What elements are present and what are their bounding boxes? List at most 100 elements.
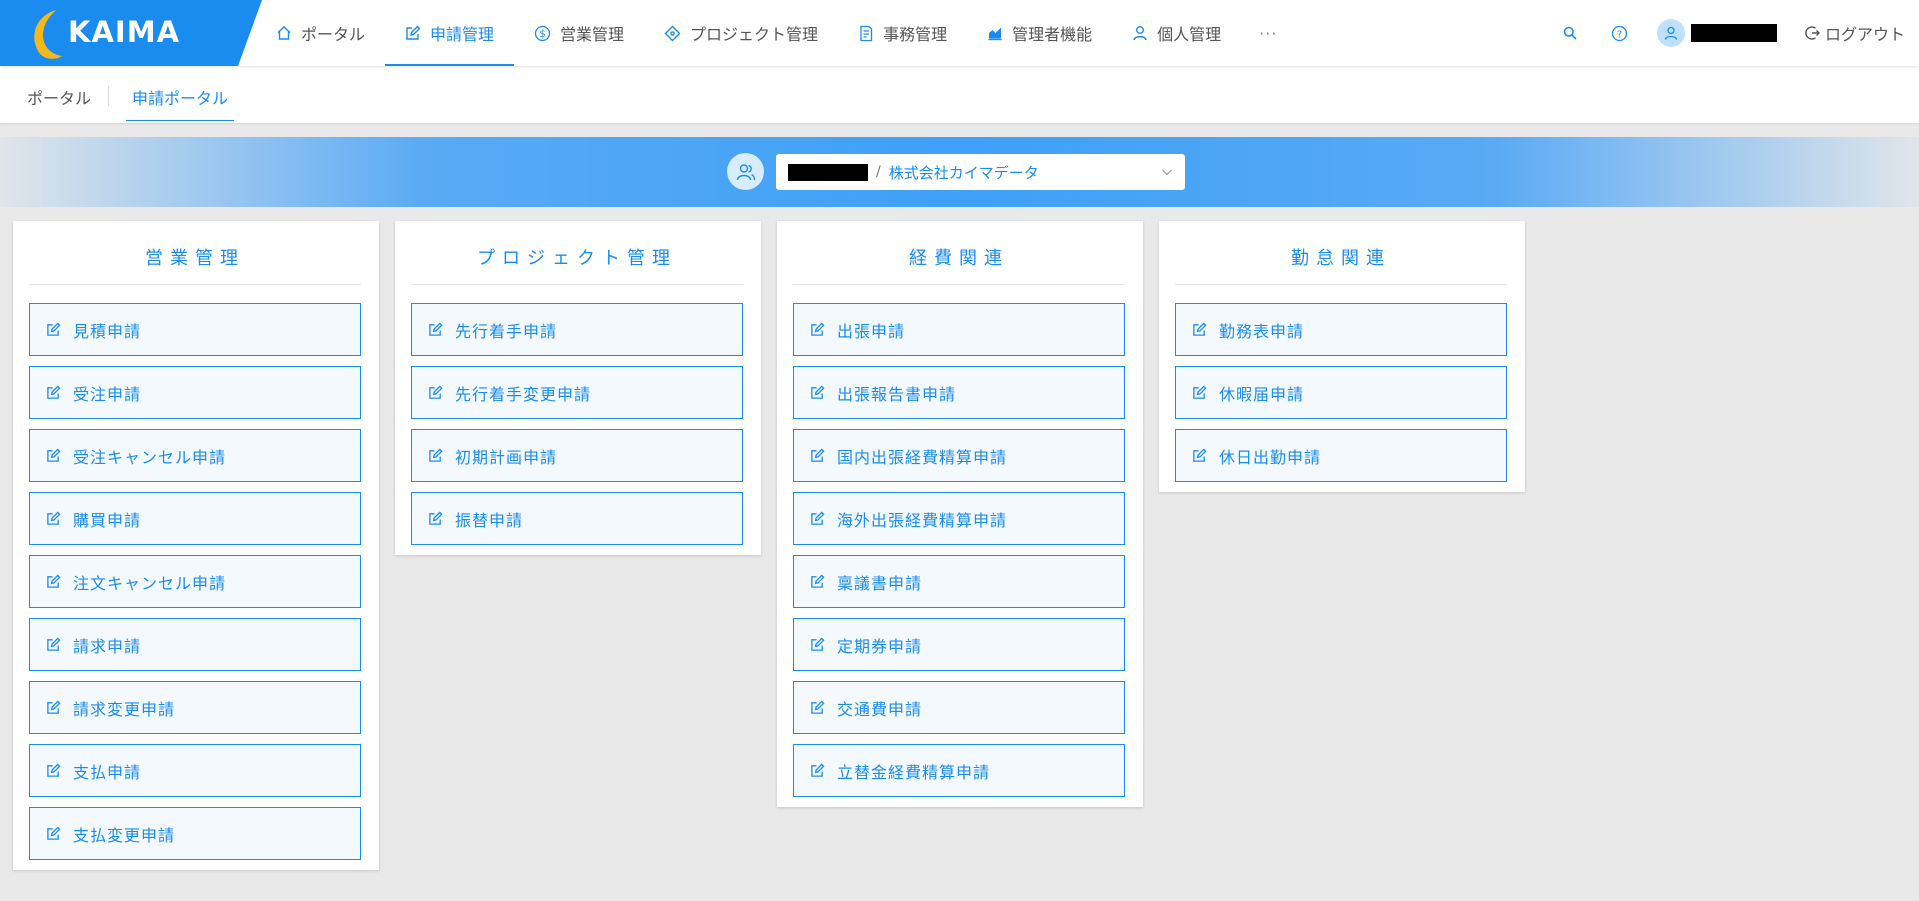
edit-icon — [811, 385, 825, 399]
edit-icon — [406, 25, 421, 40]
application-button[interactable]: 初期計画申請 — [411, 429, 743, 482]
logo-text: KAIMA — [68, 15, 181, 49]
application-button[interactable]: 先行着手申請 — [411, 303, 743, 356]
logo[interactable]: KAIMA — [0, 0, 262, 66]
avatar[interactable] — [1656, 19, 1685, 47]
logout-icon — [1805, 26, 1820, 40]
application-button[interactable]: 海外出張経費精算申請 — [793, 492, 1125, 545]
application-button[interactable]: 勤務表申請 — [1175, 303, 1507, 356]
nav-more-button[interactable]: ··· — [1241, 0, 1295, 66]
sub-tab-bar: ポータル 申請ポータル — [0, 66, 1919, 123]
nav-item-sales-management[interactable]: $ 営業管理 — [514, 0, 644, 66]
nav-item-label: ポータル — [301, 25, 366, 44]
application-button[interactable]: 休暇届申請 — [1175, 366, 1507, 419]
diamond-icon — [664, 25, 681, 41]
edit-icon — [811, 448, 825, 462]
nav-item-label: 申請管理 — [430, 25, 495, 44]
application-button-label: 定期券申請 — [837, 636, 923, 656]
application-button-label: 出張報告書申請 — [837, 384, 957, 404]
main-nav: ポータル 申請管理 $ 営業管理 プロジェクト管理 事務管理 管理者機能 個人管… — [256, 0, 1295, 66]
application-button[interactable]: 請求申請 — [29, 618, 361, 671]
nav-item-label: 事務管理 — [883, 25, 948, 44]
edit-icon — [47, 700, 61, 714]
application-button[interactable]: 出張報告書申請 — [793, 366, 1125, 419]
edit-icon — [429, 385, 443, 399]
application-button[interactable]: 立替金経費精算申請 — [793, 744, 1125, 797]
nav-item-office-management[interactable]: 事務管理 — [838, 0, 967, 66]
application-button[interactable]: 支払変更申請 — [29, 807, 361, 860]
edit-icon — [47, 826, 61, 840]
application-button-label: 振替申請 — [455, 510, 524, 530]
nav-item-label: プロジェクト管理 — [690, 25, 819, 44]
organization-select[interactable]: / 株式会社カイマデータ — [776, 154, 1185, 190]
edit-icon — [811, 637, 825, 651]
application-button[interactable]: 振替申請 — [411, 492, 743, 545]
application-button[interactable]: 稟議書申請 — [793, 555, 1125, 608]
edit-icon — [1193, 385, 1207, 399]
svg-text:$: $ — [539, 29, 545, 40]
application-button-label: 出張申請 — [837, 321, 906, 341]
application-button[interactable]: 休日出勤申請 — [1175, 429, 1507, 482]
application-button[interactable]: 支払申請 — [29, 744, 361, 797]
company-name: 株式会社カイマデータ — [888, 163, 1039, 182]
application-button-label: 交通費申請 — [837, 699, 923, 719]
org-users-icon — [727, 153, 764, 190]
avatar-user-icon — [1664, 26, 1678, 40]
edit-icon — [47, 511, 61, 525]
application-button-label: 先行着手変更申請 — [455, 384, 592, 404]
application-button-label: 国内出張経費精算申請 — [837, 447, 1008, 467]
org-separator: / — [876, 164, 881, 180]
edit-icon — [47, 448, 61, 462]
chevron-down-icon — [1162, 169, 1172, 176]
application-button-label: 支払申請 — [73, 762, 142, 782]
nav-item-personal-management[interactable]: 個人管理 — [1112, 0, 1241, 66]
application-button-label: 勤務表申請 — [1219, 321, 1305, 341]
search-button[interactable] — [1559, 22, 1581, 44]
application-button[interactable]: 受注申請 — [29, 366, 361, 419]
logout-button[interactable]: ログアウト — [1805, 21, 1905, 45]
subtab-application-portal[interactable]: 申請ポータル — [126, 85, 235, 121]
header-actions: ? ログアウト — [1545, 0, 1905, 66]
nav-item-admin-functions[interactable]: 管理者機能 — [967, 0, 1112, 66]
category-card: 経費関連 出張申請 出張報告書申請 国内出張経費精算申請 海外出張経費精算申請 稟議書申… — [777, 221, 1143, 807]
application-button[interactable]: 注文キャンセル申請 — [29, 555, 361, 608]
application-button-label: 初期計画申請 — [455, 447, 558, 467]
category-card: プロジェクト管理 先行着手申請 先行着手変更申請 初期計画申請 振替申請 — [395, 221, 761, 555]
nav-item-project-management[interactable]: プロジェクト管理 — [644, 0, 838, 66]
help-button[interactable]: ? — [1609, 22, 1631, 44]
application-button-label: 請求変更申請 — [73, 699, 176, 719]
edit-icon — [47, 385, 61, 399]
edit-icon — [47, 322, 61, 336]
application-button[interactable]: 請求変更申請 — [29, 681, 361, 734]
application-button-label: 受注キャンセル申請 — [73, 447, 227, 467]
edit-icon — [429, 448, 443, 462]
edit-icon — [47, 574, 61, 588]
application-button[interactable]: 購買申請 — [29, 492, 361, 545]
application-button[interactable]: 国内出張経費精算申請 — [793, 429, 1125, 482]
chart-icon — [988, 27, 1002, 41]
application-button[interactable]: 見積申請 — [29, 303, 361, 356]
edit-icon — [811, 511, 825, 525]
application-button-label: 購買申請 — [73, 510, 142, 530]
application-button[interactable]: 受注キャンセル申請 — [29, 429, 361, 482]
category-title: 営業管理 — [29, 221, 361, 285]
subtab-divider — [108, 86, 109, 106]
nav-item-portal[interactable]: ポータル — [256, 0, 385, 66]
edit-icon — [811, 574, 825, 588]
application-button-label: 見積申請 — [73, 321, 142, 341]
application-button[interactable]: 交通費申請 — [793, 681, 1125, 734]
application-list: 先行着手申請先行着手変更申請 初期計画申請 振替申請 — [411, 285, 743, 545]
application-button[interactable]: 定期券申請 — [793, 618, 1125, 671]
nav-item-application-management[interactable]: 申請管理 — [385, 0, 515, 66]
subtab-portal[interactable]: ポータル — [27, 85, 91, 109]
category-title: 勤怠関連 — [1175, 221, 1507, 285]
application-list: 出張申請出張報告書申請国内出張経費精算申請海外出張経費精算申請稟議書申請定期券申… — [793, 285, 1125, 797]
application-button-label: 受注申請 — [73, 384, 142, 404]
application-button-label: 先行着手申請 — [455, 321, 558, 341]
application-button[interactable]: 先行着手変更申請 — [411, 366, 743, 419]
application-button-label: 稟議書申請 — [837, 573, 923, 593]
edit-icon — [429, 511, 443, 525]
application-button[interactable]: 出張申請 — [793, 303, 1125, 356]
svg-text:?: ? — [1617, 29, 1622, 40]
application-button-label: 請求申請 — [73, 636, 142, 656]
